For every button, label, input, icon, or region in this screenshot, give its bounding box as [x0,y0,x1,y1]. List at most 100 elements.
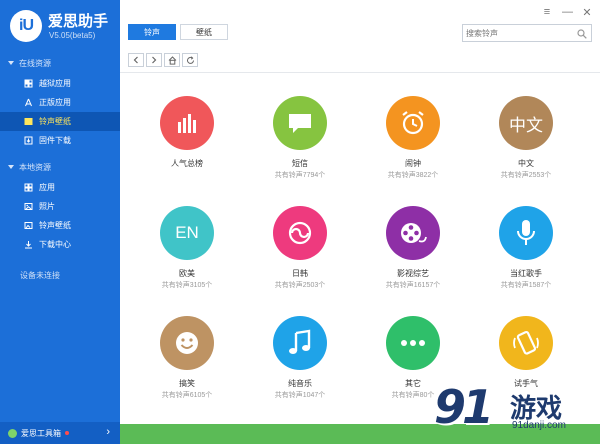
forward-button[interactable] [146,53,162,67]
category-tile[interactable]: 短信 共有铃声7794个 [243,86,357,186]
sidebar-item-jailbreak-app[interactable]: 越狱应用 [0,74,120,93]
tab-ringtone[interactable]: 铃声 [128,24,176,40]
chevron-left-icon [133,56,138,64]
category-count: 共有铃声1587个 [500,282,552,289]
sidebar-item-label: 照片 [39,202,55,211]
microphone-icon [499,206,553,260]
sidebar-item-photos[interactable]: 照片 [0,197,120,216]
sidebar-item-label: 下载中心 [39,240,71,249]
english-text-icon: EN [160,206,214,260]
category-count: 共有铃声6105个 [161,392,213,399]
category-tile[interactable]: 中文 中文 共有铃声2553个 [469,86,583,186]
brand: iU 爱思助手 V5.05(beta5) [0,0,120,52]
category-count: 共有铃声3105个 [161,282,213,289]
toolbox-button[interactable]: 爱思工具箱 › [0,422,120,444]
category-count: 共有铃声3822个 [387,172,439,179]
window-controls: ≡ — ✕ [542,6,592,19]
category-name: 闹钟 [405,159,421,168]
category-name: 人气总榜 [171,159,203,168]
bar-chart-icon [160,96,214,150]
alarm-clock-icon [386,96,440,150]
category-tile[interactable]: 纯音乐共有铃声1047个 [243,306,357,406]
category-tile[interactable]: EN 欧美共有铃声3105个 [130,196,244,296]
online-resources-header[interactable]: 在线资源 [0,52,120,74]
category-name: 影视综艺 [397,269,429,278]
main-panel: ≡ — ✕ 铃声 壁纸 人气总榜短信共有铃声7794个闹钟共有铃声3822个中文… [120,0,600,444]
search-input[interactable] [466,28,576,38]
ringtone-wallpaper-icon [24,117,33,126]
chinese-text-icon: 中文 [499,96,553,150]
category-count: 共有铃声16157个 [385,282,441,289]
photos-icon [24,202,33,211]
divider [120,72,600,73]
chevron-right-icon: › [106,426,110,438]
local-resources-label: 本地资源 [19,162,51,172]
apps-icon [24,183,33,192]
sidebar-item-label: 越狱应用 [39,79,71,88]
category-name: 日韩 [292,269,308,278]
category-tile[interactable]: 搞笑 共有铃声6105个 [130,306,244,406]
sidebar: iU 爱思助手 V5.05(beta5) 在线资源 越狱应用 正版应用 铃声壁纸 固件… [0,0,120,444]
sidebar-item-label: 铃声壁纸 [39,117,71,126]
menu-icon[interactable]: ≡ [542,6,552,19]
sidebar-item-label: 正版应用 [39,98,71,107]
search-icon[interactable] [577,28,587,42]
chevron-right-icon [152,56,157,64]
online-resources-label: 在线资源 [19,58,51,68]
category-name: 欧美 [179,269,195,278]
sidebar-item-firmware-download[interactable]: 固件下载 [0,131,120,150]
sidebar-item-label: 应用 [39,183,55,192]
app-name: 爱思助手 [48,13,109,30]
music-note-icon [273,316,327,370]
refresh-button[interactable] [182,53,198,67]
home-icon [168,55,176,65]
minimize-icon[interactable]: — [562,6,573,19]
ringtone-wallpaper-icon [24,221,33,230]
app-version: V5.05(beta5) [49,31,96,40]
local-resources-header[interactable]: 本地资源 [0,156,120,178]
sidebar-item-ringtone-wallpaper[interactable]: 铃声壁纸 [0,112,120,131]
smiley-icon [160,316,214,370]
toolbox-label: 爱思工具箱 [21,428,61,438]
tab-bar: 铃声 壁纸 [128,24,228,40]
sidebar-item-label: 铃声壁纸 [39,221,71,230]
notification-dot [65,431,69,435]
taiji-icon [273,206,327,260]
home-button[interactable] [164,53,180,67]
category-icon-text: EN [175,223,199,242]
category-tile[interactable]: 影视综艺共有铃声16157个 [356,196,470,296]
more-dots-icon [386,316,440,370]
jailbreak-app-icon [24,79,33,88]
category-name: 中文 [518,159,534,168]
sidebar-item-apps[interactable]: 应用 [0,178,120,197]
sidebar-item-download-center[interactable]: 下载中心 [0,235,120,254]
category-tile[interactable]: 闹钟共有铃声3822个 [356,86,470,186]
search-box [462,24,592,42]
appstore-icon [24,98,33,107]
app-logo: iU [10,10,42,42]
film-reel-icon [386,206,440,260]
tab-wallpaper[interactable]: 壁纸 [180,24,228,40]
category-name: 当红歌手 [510,269,542,278]
site-watermark: 91 游戏 91danji.com [430,380,600,444]
category-tile[interactable]: 日韩共有铃声2503个 [243,196,357,296]
sidebar-item-ringtone-wallpaper[interactable]: 铃声壁纸 [0,216,120,235]
category-count: 共有铃声1047个 [274,392,326,399]
category-tile[interactable]: 当红歌手共有铃声1587个 [469,196,583,296]
category-count: 共有铃声2553个 [500,172,552,179]
category-tile[interactable]: 人气总榜 [130,86,244,186]
category-count: 共有铃声2503个 [274,282,326,289]
device-status: 设备未连接 [20,271,60,280]
sidebar-item-label: 固件下载 [39,136,71,145]
navigation-bar [128,53,200,67]
collapse-triangle-icon [8,165,14,169]
shield-icon [8,428,17,438]
category-name: 纯音乐 [288,379,312,388]
sms-bubble-icon [273,96,327,150]
watermark-number: 91 [434,380,494,434]
sidebar-item-appstore[interactable]: 正版应用 [0,93,120,112]
close-icon[interactable]: ✕ [582,6,592,19]
firmware-download-icon [24,136,33,145]
back-button[interactable] [128,53,144,67]
watermark-url: 91danji.com [512,420,566,431]
